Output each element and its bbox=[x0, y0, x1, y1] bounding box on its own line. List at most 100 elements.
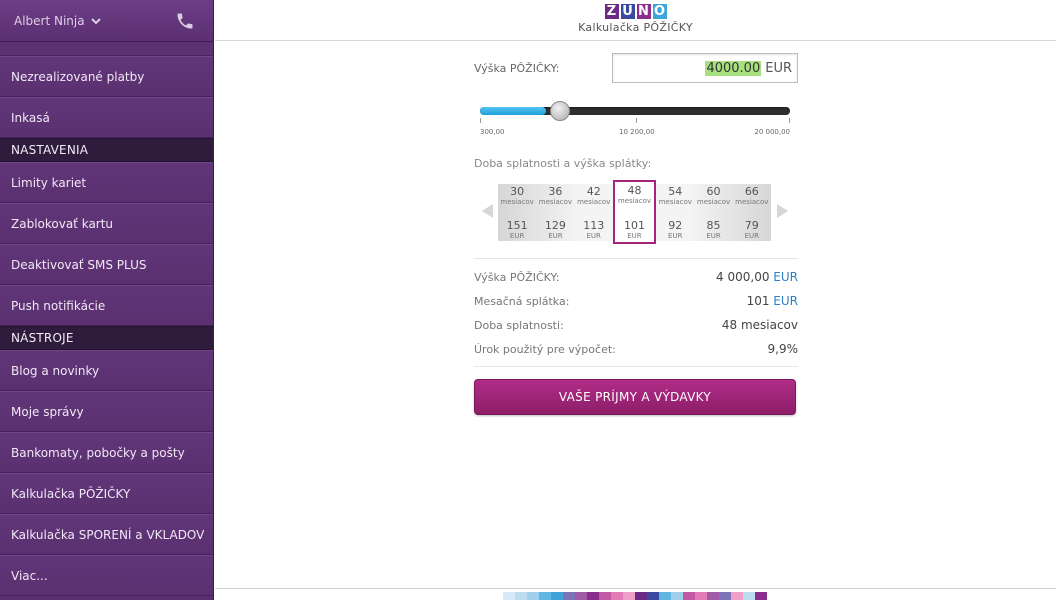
color-swatch bbox=[539, 592, 551, 600]
sidebar-item[interactable]: Deaktivovať SMS PLUS bbox=[0, 244, 213, 285]
sidebar-item[interactable]: Inkasá bbox=[0, 97, 213, 138]
sidebar-item[interactable]: Push notifikácie bbox=[0, 285, 213, 326]
months-unit: mesiacov bbox=[500, 198, 534, 206]
months-value: 60 bbox=[706, 185, 721, 198]
payment-cell: 129 EUR bbox=[545, 220, 566, 241]
color-swatch bbox=[587, 592, 599, 600]
logo-letter: N bbox=[636, 4, 651, 19]
months-value: 54 bbox=[668, 185, 683, 198]
period-picker: 30 mesiacov 151 EUR 36 mesiacov 129 EUR 42 mesiac… bbox=[474, 180, 798, 244]
sidebar-item[interactable]: Kalkulačka PÔŽIČKY bbox=[0, 473, 213, 514]
income-expenses-button[interactable]: VAŠE PRÍJMY A VÝDAVKY bbox=[474, 379, 796, 415]
color-swatch bbox=[527, 592, 539, 600]
bottom-divider bbox=[215, 588, 1056, 589]
period-option[interactable]: 66 mesiacov 79 EUR bbox=[733, 184, 771, 241]
color-swatch bbox=[551, 592, 563, 600]
color-swatch bbox=[599, 592, 611, 600]
months-value: 30 bbox=[510, 185, 525, 198]
summary-value: 9,9% bbox=[767, 342, 799, 356]
sidebar-item[interactable]: Zablokovať kartu bbox=[0, 203, 213, 244]
loan-calculator: Výška PÔŽIČKY: 4000.00 EUR 300,00 10 200… bbox=[474, 52, 798, 415]
color-swatch bbox=[635, 592, 647, 600]
sidebar-item[interactable]: Bankomaty, pobočky a pošty bbox=[0, 432, 213, 473]
months-unit: mesiacov bbox=[617, 197, 652, 205]
amount-currency: EUR bbox=[765, 60, 792, 76]
summary-row: Výška PÔŽIČKY: 4 000,00 EUR bbox=[474, 265, 798, 289]
phone-icon[interactable] bbox=[175, 11, 195, 31]
chevron-down-icon bbox=[90, 17, 101, 24]
arrow-right-icon[interactable] bbox=[777, 204, 788, 218]
color-swatch bbox=[611, 592, 623, 600]
color-swatch bbox=[755, 592, 767, 600]
arrow-left-icon[interactable] bbox=[482, 204, 493, 218]
sidebar-section-header: NASTAVENIA bbox=[0, 138, 213, 162]
amount-row: Výška PÔŽIČKY: 4000.00 EUR bbox=[474, 52, 798, 84]
amount-slider[interactable] bbox=[474, 98, 798, 128]
sidebar-spacer bbox=[0, 42, 213, 56]
slider-track[interactable] bbox=[480, 107, 790, 115]
summary-value: 48 mesiacov bbox=[721, 318, 798, 332]
divider bbox=[474, 366, 798, 367]
sidebar-menu: Nezrealizované platby Inkasá NASTAVENIA Lim… bbox=[0, 56, 213, 596]
summary-label: Výška PÔŽIČKY: bbox=[474, 270, 560, 284]
period-option[interactable]: 54 mesiacov 92 EUR bbox=[656, 184, 694, 241]
payment-currency: EUR bbox=[509, 232, 525, 240]
summary-value: 4 000,00 bbox=[716, 270, 770, 284]
months-cell: 48 mesiacov bbox=[617, 184, 652, 206]
color-swatch bbox=[563, 592, 575, 600]
payment-currency: EUR bbox=[744, 232, 760, 240]
months-value: 48 bbox=[627, 184, 642, 197]
payment-currency: EUR bbox=[627, 232, 642, 240]
months-cell: 36 mesiacov bbox=[538, 186, 573, 207]
payment-value: 79 bbox=[744, 219, 759, 232]
period-option[interactable]: 48 mesiacov 101 EUR bbox=[612, 180, 657, 244]
tick-label-max: 20 000,00 bbox=[754, 128, 790, 136]
months-cell: 54 mesiacov bbox=[659, 185, 692, 207]
sidebar-item[interactable]: Limity kariet bbox=[0, 162, 213, 203]
period-grid: 30 mesiacov 151 EUR 36 mesiacov 129 EUR 42 mesiac… bbox=[498, 180, 771, 244]
sidebar-item[interactable]: Viac... bbox=[0, 555, 213, 596]
months-unit: mesiacov bbox=[538, 198, 573, 206]
period-option[interactable]: 60 mesiacov 85 EUR bbox=[694, 184, 732, 241]
months-cell: 42 mesiacov bbox=[577, 185, 610, 207]
payment-value: 113 bbox=[583, 219, 605, 232]
user-menu[interactable]: Albert Ninja bbox=[14, 14, 101, 28]
amount-label: Výška PÔŽIČKY: bbox=[474, 61, 560, 75]
sidebar-item[interactable]: Kalkulačka SPORENÍ a VKLADOV bbox=[0, 514, 213, 555]
sidebar-item[interactable]: Blog a novinky bbox=[0, 350, 213, 391]
payment-cell: 151 EUR bbox=[507, 220, 528, 241]
summary-label: Mesačná splátka: bbox=[474, 294, 570, 308]
color-swatch bbox=[503, 592, 515, 600]
summary-label: Doba splatnosti: bbox=[474, 318, 564, 332]
months-unit: mesiacov bbox=[735, 198, 769, 206]
months-cell: 66 mesiacov bbox=[735, 186, 769, 207]
sidebar-item[interactable]: Nezrealizované platby bbox=[0, 56, 213, 97]
amount-value[interactable]: 4000.00 bbox=[705, 60, 762, 76]
summary-value-group: 48 mesiacov bbox=[722, 318, 798, 332]
payment-value: 101 bbox=[623, 219, 645, 232]
amount-input[interactable]: 4000.00 EUR bbox=[612, 53, 798, 83]
color-swatch bbox=[695, 592, 707, 600]
slider-ticks bbox=[480, 118, 790, 123]
period-option[interactable]: 36 mesiacov 129 EUR bbox=[536, 184, 574, 241]
logo-letter: U bbox=[620, 4, 635, 19]
payment-cell: 101 EUR bbox=[623, 219, 645, 241]
color-strip bbox=[503, 592, 767, 600]
months-value: 42 bbox=[586, 185, 601, 198]
summary-value-group: 101 EUR bbox=[747, 294, 798, 308]
color-swatch bbox=[707, 592, 719, 600]
sidebar-section-header: NÁSTROJE bbox=[0, 326, 213, 350]
summary-row: Úrok použitý pre výpočet: 9,9% bbox=[474, 337, 798, 361]
period-option[interactable]: 30 mesiacov 151 EUR bbox=[498, 184, 536, 241]
color-swatch bbox=[683, 592, 695, 600]
months-unit: mesiacov bbox=[696, 198, 731, 206]
color-swatch bbox=[515, 592, 527, 600]
period-option[interactable]: 42 mesiacov 113 EUR bbox=[575, 184, 613, 241]
period-label: Doba splatnosti a výška splátky: bbox=[474, 157, 652, 170]
color-swatch bbox=[659, 592, 671, 600]
sidebar-item[interactable]: Moje správy bbox=[0, 391, 213, 432]
payment-value: 85 bbox=[706, 219, 721, 232]
loan-summary: Výška PÔŽIČKY: 4 000,00 EUR Mesačná splátk… bbox=[474, 258, 798, 361]
payment-cell: 92 EUR bbox=[668, 220, 682, 241]
payment-cell: 79 EUR bbox=[744, 219, 760, 241]
